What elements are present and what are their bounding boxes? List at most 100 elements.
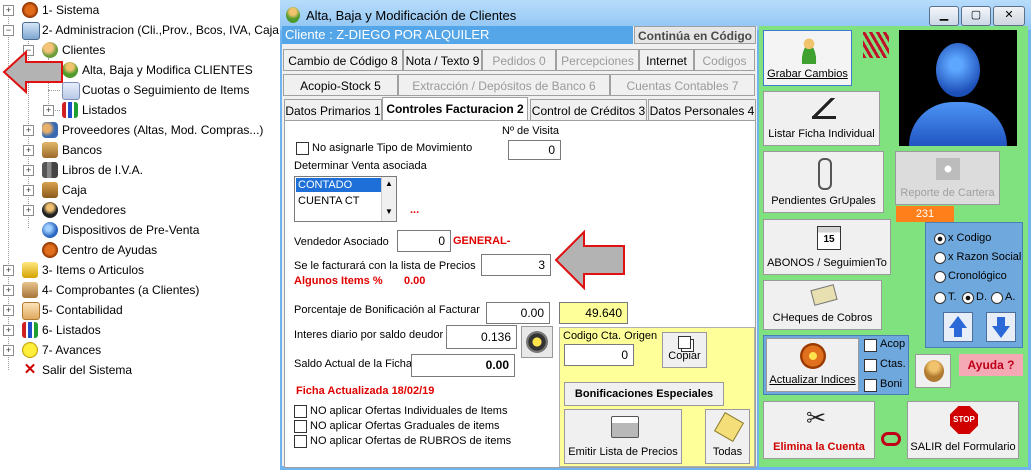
expand-icon[interactable]: + xyxy=(23,165,34,176)
ofertas-individuales-checkbox[interactable] xyxy=(294,405,307,418)
tree-item-comprobantes[interactable]: + 4- Comprobantes (a Clientes) xyxy=(0,280,220,300)
pendientes-grupales-button[interactable]: Pendientes GrUpales xyxy=(763,151,884,213)
no-asignar-checkbox[interactable] xyxy=(296,142,309,155)
tab-nota-texto[interactable]: Nota / Texto 9 xyxy=(403,49,482,71)
radio-a[interactable] xyxy=(991,292,1003,304)
continua-codigo-label[interactable]: Continúa en Código xyxy=(634,26,756,44)
tree-item-libros-iva[interactable]: + Libros de I.V.A. xyxy=(0,160,200,180)
elimina-cuenta-button[interactable]: ✂ Elimina la Cuenta xyxy=(763,401,875,459)
suppliers-icon xyxy=(42,122,58,138)
document-edit-icon xyxy=(812,98,836,119)
venta-asociada-list[interactable]: CONTADO CUENTA CT ▲ ▼ xyxy=(294,176,397,222)
tab-internet[interactable]: Internet xyxy=(639,49,694,71)
tree-item-salir[interactable]: ✕ Salir del Sistema xyxy=(0,360,200,380)
list-item-cuenta-ct[interactable]: CUENTA CT xyxy=(296,194,382,208)
tree-item-avances[interactable]: + 7- Avances xyxy=(0,340,200,360)
tree-item-bancos[interactable]: + Bancos xyxy=(0,140,200,160)
tab-percepciones[interactable]: Percepciones xyxy=(556,49,639,71)
interes-field[interactable]: 0.136 xyxy=(446,325,517,349)
tree-item-items[interactable]: + 3- Items o Articulos xyxy=(0,260,200,280)
salesman-icon xyxy=(42,202,58,218)
assistant-button[interactable] xyxy=(915,354,951,388)
radio-cronologico[interactable] xyxy=(934,271,946,283)
expand-icon[interactable]: + xyxy=(23,145,34,156)
expand-icon[interactable]: + xyxy=(3,5,14,16)
ofertas-graduales-checkbox[interactable] xyxy=(294,420,307,433)
user-icon xyxy=(62,62,78,78)
tab-cuentas-contables[interactable]: Cuentas Contables 7 xyxy=(610,74,755,96)
expand-icon[interactable]: + xyxy=(3,265,14,276)
close-button[interactable]: ✕ xyxy=(993,6,1025,26)
reporte-cartera-button[interactable]: Reporte de Cartera xyxy=(895,151,1000,205)
algunos-items-value: 0.00 xyxy=(404,275,426,287)
expand-icon[interactable]: + xyxy=(43,105,54,116)
expand-icon[interactable]: + xyxy=(23,185,34,196)
maximize-button[interactable]: ▢ xyxy=(961,6,991,26)
abonos-button[interactable]: 15 ABONOS / SeguimienTo xyxy=(763,219,891,275)
listar-ficha-button[interactable]: Listar Ficha Individual xyxy=(763,91,880,146)
collapse-icon[interactable]: − xyxy=(3,25,14,36)
boni-checkbox[interactable] xyxy=(864,379,877,392)
ctas-checkbox[interactable] xyxy=(864,359,877,372)
cheques-button[interactable]: CHeques de Cobros xyxy=(763,280,882,330)
tree-item-administracion[interactable]: − 2- Administracion (Cli.,Prov., Bcos, I… xyxy=(0,20,280,40)
pointer-arrow-right xyxy=(554,230,625,290)
tree-item-contabilidad[interactable]: + 5- Contabilidad xyxy=(0,300,200,320)
salir-formulario-button[interactable]: STOP SALIR del Formulario xyxy=(907,401,1019,459)
expand-icon[interactable]: + xyxy=(3,325,14,336)
minimize-button[interactable]: ▁ xyxy=(929,6,959,26)
tree-item-listados[interactable]: + 6- Listados xyxy=(0,320,200,340)
lista-precios-field[interactable]: 3 xyxy=(481,254,551,276)
list-scrollbar[interactable]: ▲ ▼ xyxy=(381,177,396,221)
tree-item-dispositivos[interactable]: Dispositivos de Pre-Venta xyxy=(0,220,220,240)
ayuda-button[interactable]: Ayuda ? xyxy=(959,354,1023,376)
radio-t[interactable] xyxy=(934,292,946,304)
tab-acopio-stock[interactable]: Acopio-Stock 5 xyxy=(283,74,398,96)
expand-icon[interactable]: + xyxy=(23,205,34,216)
radio-razon[interactable] xyxy=(934,252,946,264)
tab-codigos[interactable]: Codigos xyxy=(694,49,755,71)
tree-item-caja[interactable]: + Caja xyxy=(0,180,200,200)
tab-controles-facturacion[interactable]: Controles Facturacion 2 xyxy=(382,97,528,121)
venta-ellipsis[interactable]: ... xyxy=(410,204,419,216)
vendedor-field[interactable]: 0 xyxy=(397,230,451,252)
tab-cambio-codigo[interactable]: Cambio de Código 8 xyxy=(283,49,403,71)
actualizar-indices-button[interactable]: Actualizar Indices xyxy=(766,338,859,392)
ofertas-graduales-label: NO aplicar Ofertas Graduales de items xyxy=(310,420,500,432)
tree-item-sistema[interactable]: + 1- Sistema xyxy=(0,0,260,20)
tree-item-vendedores[interactable]: + Vendedores xyxy=(0,200,200,220)
expand-icon[interactable]: + xyxy=(3,305,14,316)
bonificacion-field[interactable]: 0.00 xyxy=(486,302,550,324)
nro-visita-field[interactable]: 0 xyxy=(508,140,561,160)
codigo-cta-field[interactable]: 0 xyxy=(564,344,634,366)
tab-pedidos[interactable]: Pedidos 0 xyxy=(482,49,556,71)
tree-item-proveedores[interactable]: + Proveedores (Altas, Mod. Compras...) xyxy=(0,120,270,140)
grabar-cambios-button[interactable]: Grabar Cambios xyxy=(763,30,852,86)
copiar-button[interactable]: Copiar xyxy=(662,332,707,368)
bonificaciones-especiales-button[interactable]: Bonificaciones Especiales xyxy=(564,382,724,406)
acop-checkbox[interactable] xyxy=(864,339,877,352)
sort-up-button[interactable] xyxy=(943,312,973,342)
tab-extraccion[interactable]: Extracción / Depósitos de Banco 6 xyxy=(398,74,610,96)
radio-cronologico-label: Cronológico xyxy=(948,270,1007,282)
ofertas-individuales-label: NO aplicar Ofertas Individuales de Items xyxy=(310,405,508,417)
tab-datos-primarios[interactable]: Datos Primarios 1 xyxy=(284,99,382,121)
expand-icon[interactable]: + xyxy=(23,125,34,136)
bar-chart-icon xyxy=(62,102,78,118)
emitir-lista-button[interactable]: Emitir Lista de Precios xyxy=(564,409,682,464)
expand-icon[interactable]: + xyxy=(3,285,14,296)
list-item-contado[interactable]: CONTADO xyxy=(296,178,382,192)
todas-button[interactable]: Todas xyxy=(705,409,750,464)
sort-down-button[interactable] xyxy=(986,312,1016,342)
radio-d[interactable] xyxy=(962,292,974,304)
tree-item-listados-clientes[interactable]: + Listados xyxy=(0,100,200,120)
tab-control-creditos[interactable]: Control de Créditos 3 xyxy=(530,99,647,121)
interes-settings-button[interactable] xyxy=(521,326,553,358)
tree-item-centro-ayudas[interactable]: Centro de Ayudas xyxy=(0,240,200,260)
ofertas-rubros-checkbox[interactable] xyxy=(294,435,307,448)
radio-codigo[interactable] xyxy=(934,233,946,245)
tab-datos-personales[interactable]: Datos Personales 4 xyxy=(648,99,756,121)
person-silhouette-icon xyxy=(936,43,980,97)
bank-icon xyxy=(42,142,58,158)
expand-icon[interactable]: + xyxy=(3,345,14,356)
